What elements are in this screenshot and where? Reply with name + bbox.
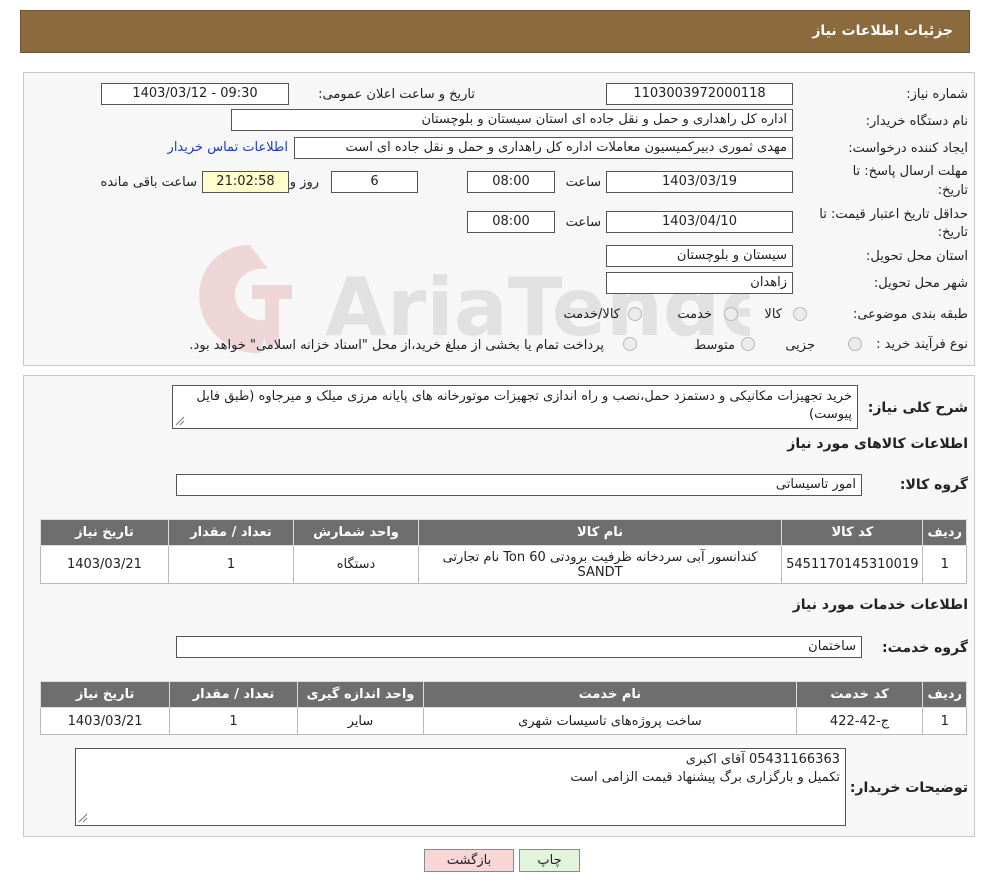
buyer-notes-line2: تکمیل و بارگزاری برگ پیشنهاد قیمت الزامی… <box>570 770 840 785</box>
category-option-goods: کالا <box>764 307 782 322</box>
process-checkbox-treasury[interactable] <box>623 337 637 351</box>
cell-qty: 1 <box>169 707 298 735</box>
col-code: کد کالا <box>781 519 924 546</box>
col-unit: واحد شمارش <box>293 519 419 546</box>
cell-unit: سایر <box>296 707 425 735</box>
province-label: استان محل تحویل: <box>866 249 968 264</box>
days-label: روز و <box>289 175 319 190</box>
goods-group-field: امور تاسیساتی <box>176 474 862 496</box>
buyer-notes-line1: 05431166363 آقای اکبری <box>685 752 840 767</box>
process-radio-medium[interactable] <box>741 337 755 351</box>
col-date: تاریخ نیاز <box>40 519 169 546</box>
deadline-date-field: 1403/03/19 <box>606 171 793 193</box>
cell-date: 1403/03/21 <box>40 545 169 584</box>
deadline-time-label: ساعت <box>565 175 601 190</box>
col-row: ردیف <box>922 681 967 708</box>
cell-row: 1 <box>922 707 967 735</box>
deadline-label-line1: مهلت ارسال پاسخ: تا <box>852 164 968 179</box>
resize-handle-icon[interactable] <box>175 416 185 426</box>
service-group-field: ساختمان <box>176 636 862 658</box>
category-radio-goods-service[interactable] <box>628 307 642 321</box>
cell-name: کندانسور آبی سردخانه ظرفیت برودتی Ton 60… <box>417 545 783 584</box>
services-table-header: ردیف کد خدمت نام خدمت واحد اندازه گیری ت… <box>39 681 967 708</box>
process-option-medium: متوسط <box>694 338 735 353</box>
validity-time-field: 08:00 <box>467 211 555 233</box>
services-section-title: اطلاعات خدمات مورد نیاز <box>792 597 968 613</box>
category-label: طبقه بندی موضوعی: <box>852 307 968 322</box>
col-name: نام کالا <box>417 519 783 546</box>
process-treasury-note: پرداخت تمام یا بخشی از مبلغ خرید،از محل … <box>189 338 604 353</box>
summary-text: خرید تجهیزات مکانیکی و دستمزد حمل،نصب و … <box>196 389 852 422</box>
table-row: 1 ج-42-422 ساخت پروژه‌های تاسیسات شهری س… <box>39 707 967 735</box>
province-field: سیستان و بلوچستان <box>606 245 793 267</box>
goods-group-label: گروه کالا: <box>899 477 968 493</box>
resize-handle-icon[interactable] <box>78 813 88 823</box>
need-number-label: شماره نیاز: <box>906 87 968 102</box>
col-date: تاریخ نیاز <box>39 681 171 708</box>
goods-section-title: اطلاعات کالاهای مورد نیاز <box>787 436 968 452</box>
category-option-goods-service: کالا/خدمت <box>563 307 620 322</box>
days-remaining-field: 6 <box>331 171 418 193</box>
process-option-minor: جزیی <box>785 338 815 353</box>
print-button[interactable]: چاپ <box>519 849 580 872</box>
buyer-notes-label: توضیحات خریدار: <box>849 780 968 796</box>
col-name: نام خدمت <box>423 681 797 708</box>
cell-row: 1 <box>922 545 967 584</box>
page-header: جزئیات اطلاعات نیاز <box>20 10 970 53</box>
buyer-org-field: اداره کل راهداری و حمل و نقل جاده ای است… <box>231 109 793 131</box>
back-button[interactable]: بازگشت <box>424 849 514 872</box>
buyer-org-label: نام دستگاه خریدار: <box>865 114 968 129</box>
remaining-time-field: 21:02:58 <box>202 171 289 193</box>
buyer-contact-link[interactable]: اطلاعات تماس خریدار <box>168 140 288 155</box>
validity-label-line2: تاریخ: <box>937 225 968 240</box>
category-option-service: خدمت <box>677 307 712 322</box>
col-qty: تعداد / مقدار <box>167 519 295 546</box>
creator-field: مهدی ثموری دبیرکمیسیون معاملات اداره کل … <box>294 137 793 159</box>
creator-label: ایجاد کننده درخواست: <box>848 141 968 156</box>
summary-label: شرح کلی نیاز: <box>867 400 968 416</box>
announce-label: تاریخ و ساعت اعلان عمومی: <box>318 87 475 102</box>
goods-table: ردیف کد کالا نام کالا واحد شمارش تعداد /… <box>40 519 967 584</box>
cell-qty: 1 <box>167 545 295 584</box>
summary-textarea[interactable]: خرید تجهیزات مکانیکی و دستمزد حمل،نصب و … <box>172 385 858 429</box>
cell-code: ج-42-422 <box>795 707 924 735</box>
category-radio-goods[interactable] <box>793 307 807 321</box>
category-radio-service[interactable] <box>724 307 738 321</box>
buyer-notes-textarea[interactable]: 05431166363 آقای اکبری تکمیل و بارگزاری … <box>75 748 846 826</box>
remaining-time-label: ساعت باقی مانده <box>100 175 197 190</box>
col-unit: واحد اندازه گیری <box>296 681 425 708</box>
need-number-field: 1103003972000118 <box>606 83 793 105</box>
process-radio-minor[interactable] <box>848 337 862 351</box>
cell-date: 1403/03/21 <box>39 707 171 735</box>
cell-code: 5451170145310019 <box>781 545 924 584</box>
service-group-label: گروه خدمت: <box>882 640 968 656</box>
city-label: شهر محل تحویل: <box>873 276 968 291</box>
validity-date-field: 1403/04/10 <box>606 211 793 233</box>
services-table: ردیف کد خدمت نام خدمت واحد اندازه گیری ت… <box>39 681 967 735</box>
city-field: زاهدان <box>606 272 793 294</box>
goods-table-header: ردیف کد کالا نام کالا واحد شمارش تعداد /… <box>40 519 967 546</box>
validity-time-label: ساعت <box>565 215 601 230</box>
col-qty: تعداد / مقدار <box>169 681 298 708</box>
page-title: جزئیات اطلاعات نیاز <box>812 23 953 39</box>
process-label: نوع فرآیند خرید : <box>876 337 968 352</box>
validity-label-line1: حداقل تاریخ اعتبار قیمت: تا <box>819 207 968 222</box>
cell-unit: دستگاه <box>293 545 419 584</box>
table-row: 1 5451170145310019 کندانسور آبی سردخانه … <box>40 545 967 584</box>
announce-field: 1403/03/12 - 09:30 <box>101 83 289 105</box>
deadline-time-field: 08:00 <box>467 171 555 193</box>
deadline-label-line2: تاریخ: <box>937 183 968 198</box>
cell-name: ساخت پروژه‌های تاسیسات شهری <box>423 707 797 735</box>
col-row: ردیف <box>922 519 967 546</box>
col-code: کد خدمت <box>795 681 924 708</box>
